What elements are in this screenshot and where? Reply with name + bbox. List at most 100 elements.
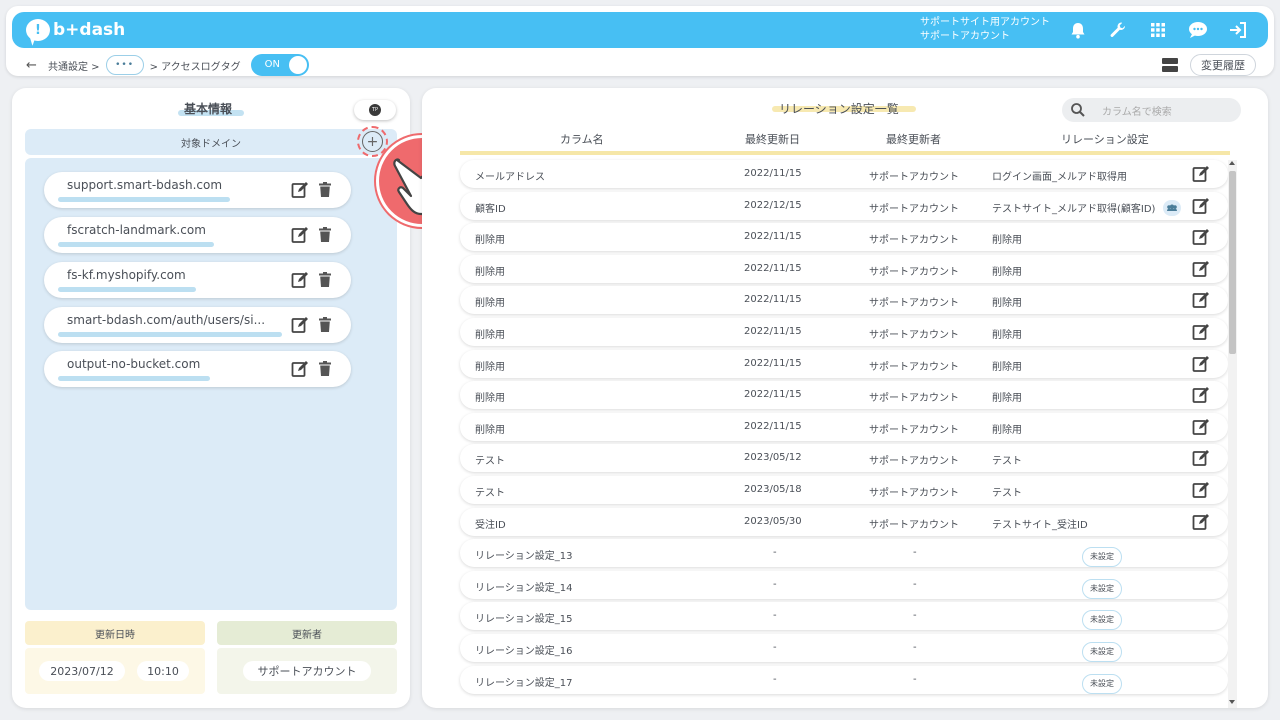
- domain-item[interactable]: output-no-bucket.com: [44, 351, 351, 387]
- table-row[interactable]: 削除用 2022/11/15 サポートアカウント 削除用: [460, 286, 1228, 315]
- logo[interactable]: ! b+dash: [26, 19, 125, 41]
- trash-icon[interactable]: [319, 317, 331, 332]
- chat-icon[interactable]: [1186, 18, 1210, 42]
- cell-updated-date: 2022/11/15: [744, 262, 802, 274]
- trash-icon[interactable]: [319, 361, 331, 376]
- change-history-button[interactable]: 変更履歴: [1190, 54, 1256, 76]
- cell-column-name: リレーション設定_17: [475, 677, 573, 689]
- cell-column-name: 削除用: [475, 361, 505, 373]
- table-row[interactable]: 削除用 2022/11/15 サポートアカウント 削除用: [460, 349, 1228, 378]
- cell-relation: 削除用: [992, 393, 1022, 405]
- scrollbar[interactable]: [1228, 160, 1237, 708]
- toggle-label: ON: [264, 59, 280, 70]
- edit-icon[interactable]: [1192, 228, 1210, 246]
- cell-column-name: 受注ID: [475, 519, 506, 531]
- table-row[interactable]: テスト 2023/05/12 サポートアカウント テスト: [460, 444, 1228, 473]
- wrench-icon[interactable]: [1106, 18, 1130, 42]
- edit-icon[interactable]: [1192, 481, 1210, 499]
- unset-badge[interactable]: 未設定: [1082, 610, 1122, 631]
- cell-updated-by: サポートアカウント: [869, 266, 959, 278]
- cell-relation: 削除用: [992, 235, 1022, 247]
- domain-item[interactable]: fs-kf.myshopify.com: [44, 262, 351, 298]
- grid-icon[interactable]: [1146, 18, 1170, 42]
- trash-icon[interactable]: [319, 272, 331, 287]
- edit-icon[interactable]: [291, 316, 309, 334]
- table-row[interactable]: メールアドレス 2022/11/15 サポートアカウント ログイン画面_メルアド取得用: [460, 160, 1228, 188]
- cell-column-name: リレーション設定_16: [475, 646, 573, 657]
- tp-button[interactable]: TP: [354, 100, 396, 120]
- top-bar: ! b+dash サポートサイト用アカウント サポートアカウント: [12, 12, 1268, 48]
- column-header-user[interactable]: 最終更新者: [886, 131, 941, 147]
- edit-icon[interactable]: [1192, 165, 1210, 183]
- edit-icon[interactable]: [1192, 197, 1210, 215]
- cell-updated-by: サポートアカウント: [869, 235, 959, 247]
- table-row[interactable]: リレーション設定_13 - - 未設定: [460, 539, 1228, 568]
- unset-badge[interactable]: 未設定: [1082, 547, 1122, 568]
- on-off-toggle[interactable]: ON: [250, 54, 309, 76]
- edit-icon[interactable]: [1192, 449, 1210, 467]
- edit-icon[interactable]: [291, 226, 309, 244]
- edit-icon[interactable]: [291, 360, 309, 378]
- bell-icon[interactable]: [1066, 18, 1090, 42]
- breadcrumb-ellipsis-button[interactable]: •••: [105, 55, 144, 75]
- cell-column-name: 削除用: [475, 424, 505, 436]
- column-header-date[interactable]: 最終更新日: [745, 131, 800, 147]
- scroll-down-icon[interactable]: [1229, 700, 1235, 704]
- cell-updated-date: 2022/11/15: [744, 420, 802, 432]
- domain-item[interactable]: smart-bdash.com/auth/users/si...: [44, 307, 351, 343]
- trash-icon[interactable]: [319, 227, 331, 242]
- edit-icon[interactable]: [291, 271, 309, 289]
- cell-column-name: 削除用: [475, 330, 505, 341]
- domain-text: fscratch-landmark.com: [67, 223, 206, 237]
- edit-icon[interactable]: [1192, 323, 1210, 341]
- table-row[interactable]: 削除用 2022/11/15 サポートアカウント 削除用: [460, 381, 1228, 410]
- table-row[interactable]: リレーション設定_15 - - 未設定: [460, 602, 1228, 631]
- table-row[interactable]: リレーション設定_17 - - 未設定: [460, 665, 1228, 694]
- unset-badge[interactable]: 未設定: [1082, 642, 1122, 662]
- edit-icon[interactable]: [1192, 291, 1210, 309]
- cell-updated-by: サポートアカウント: [869, 361, 959, 373]
- cell-updated-by: -: [913, 578, 917, 590]
- edit-icon[interactable]: [1192, 418, 1210, 436]
- column-header-relation[interactable]: リレーション設定: [1061, 131, 1149, 147]
- domain-underline: [58, 332, 282, 337]
- domain-item[interactable]: support.smart-bdash.com: [44, 172, 351, 208]
- domain-item[interactable]: fscratch-landmark.com: [44, 217, 351, 253]
- breadcrumb-common-settings[interactable]: 共通設定 >: [48, 58, 100, 73]
- edit-icon[interactable]: [291, 181, 309, 199]
- table-row[interactable]: テスト 2023/05/18 サポートアカウント テスト: [460, 476, 1228, 504]
- updated-at-label: 更新日時: [25, 621, 205, 645]
- trash-icon[interactable]: [319, 182, 331, 197]
- table-row[interactable]: 削除用 2022/11/15 サポートアカウント 削除用: [460, 223, 1228, 252]
- table-row[interactable]: リレーション設定_16 - - 未設定: [460, 634, 1228, 662]
- cell-column-name: 削除用: [475, 235, 505, 247]
- edit-icon[interactable]: [1192, 513, 1210, 531]
- updated-by-label: 更新者: [217, 621, 397, 645]
- unset-badge[interactable]: 未設定: [1082, 673, 1122, 694]
- logout-icon[interactable]: [1226, 18, 1250, 42]
- edit-icon[interactable]: [1192, 355, 1210, 373]
- column-header-name[interactable]: カラム名: [560, 131, 604, 147]
- edit-icon[interactable]: [1192, 386, 1210, 404]
- arrow-left-icon[interactable]: ←: [26, 58, 42, 73]
- updated-date: 2023/07/12: [39, 661, 125, 681]
- edit-icon[interactable]: [1192, 260, 1210, 278]
- table-row[interactable]: 削除用 2022/11/15 サポートアカウント 削除用: [460, 412, 1228, 441]
- search-icon: [1071, 103, 1085, 117]
- table-row[interactable]: 削除用 2022/11/15 サポートアカウント 削除用: [460, 254, 1228, 283]
- table-row[interactable]: 受注ID 2023/05/30 サポートアカウント テストサイト_受注ID: [460, 507, 1228, 536]
- users-icon[interactable]: [1163, 199, 1181, 216]
- cell-relation: 削除用: [992, 266, 1022, 278]
- domain-underline: [58, 287, 196, 292]
- cell-updated-date: 2022/11/15: [744, 294, 802, 306]
- unset-badge[interactable]: 未設定: [1082, 578, 1122, 599]
- table-row[interactable]: 顧客ID 2022/12/15 サポートアカウント テストサイト_メルアド取得(顧客I…: [460, 191, 1228, 220]
- table-row[interactable]: 削除用 2022/11/15 サポートアカウント 削除用: [460, 318, 1228, 346]
- tp-badge-icon: TP: [369, 104, 381, 116]
- search-input[interactable]: カラム名で検索: [1062, 98, 1241, 122]
- cell-updated-by: -: [913, 547, 917, 559]
- layout-rows-icon[interactable]: [1162, 58, 1178, 72]
- scroll-up-icon[interactable]: [1229, 161, 1235, 165]
- table-row[interactable]: リレーション設定_14 - - 未設定: [460, 570, 1228, 599]
- scroll-thumb[interactable]: [1229, 171, 1236, 354]
